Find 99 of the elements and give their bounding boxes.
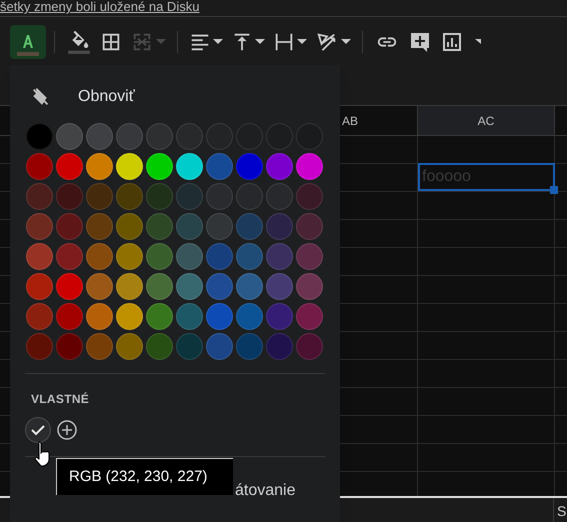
color-swatch[interactable] <box>56 243 83 270</box>
tooltip: RGB (232, 230, 227) <box>56 458 233 495</box>
color-swatch[interactable] <box>296 183 323 210</box>
color-swatch[interactable] <box>206 153 233 180</box>
color-swatch[interactable] <box>26 213 53 240</box>
color-swatch[interactable] <box>116 243 143 270</box>
color-swatch[interactable] <box>206 213 233 240</box>
sheet-tab[interactable]: S <box>553 498 567 522</box>
color-swatch[interactable] <box>26 243 53 270</box>
color-swatch[interactable] <box>26 123 53 150</box>
add-icon[interactable] <box>56 419 78 441</box>
menu-item[interactable]: átovanie <box>235 482 296 499</box>
color-swatch[interactable] <box>26 183 53 210</box>
color-swatch[interactable] <box>296 243 323 270</box>
color-swatch[interactable] <box>56 183 83 210</box>
color-swatch[interactable] <box>56 213 83 240</box>
color-swatch[interactable] <box>86 183 113 210</box>
color-swatch[interactable] <box>56 273 83 300</box>
paint-bucket-icon <box>66 29 92 55</box>
color-swatch[interactable] <box>176 303 203 330</box>
custom-color-swatch[interactable] <box>26 418 50 442</box>
color-swatch[interactable] <box>56 123 83 150</box>
color-swatch[interactable] <box>146 273 173 300</box>
color-swatch[interactable] <box>26 153 53 180</box>
color-swatch[interactable] <box>176 123 203 150</box>
caret-icon <box>255 39 265 45</box>
color-swatch[interactable] <box>266 213 293 240</box>
color-swatch[interactable] <box>86 243 113 270</box>
color-swatch[interactable] <box>146 243 173 270</box>
save-status-link[interactable]: šetky zmeny boli uložené na Disku <box>0 0 200 13</box>
color-swatch[interactable] <box>116 273 143 300</box>
color-swatch[interactable] <box>266 303 293 330</box>
color-swatch[interactable] <box>26 333 53 360</box>
caret-icon <box>213 39 223 45</box>
color-swatch[interactable] <box>146 303 173 330</box>
color-swatch[interactable] <box>146 183 173 210</box>
color-swatch[interactable] <box>116 303 143 330</box>
color-swatch[interactable] <box>176 183 203 210</box>
color-swatch[interactable] <box>236 243 263 270</box>
section-heading: VLASTNÉ <box>30 391 90 408</box>
caret-icon <box>341 39 351 45</box>
color-swatch[interactable] <box>176 273 203 300</box>
color-swatch[interactable] <box>56 153 83 180</box>
color-swatch[interactable] <box>176 243 203 270</box>
color-swatch[interactable] <box>146 333 173 360</box>
color-swatch[interactable] <box>116 183 143 210</box>
caret-icon <box>297 39 307 45</box>
text-color-button[interactable] <box>10 25 46 59</box>
color-swatch[interactable] <box>26 303 53 330</box>
color-swatch[interactable] <box>296 213 323 240</box>
color-swatch[interactable] <box>86 273 113 300</box>
reset-option[interactable]: Obnoviť <box>78 85 135 109</box>
color-swatch[interactable] <box>56 303 83 330</box>
color-swatch[interactable] <box>206 333 233 360</box>
color-swatch[interactable] <box>236 303 263 330</box>
caret-icon <box>475 39 481 45</box>
column-header[interactable]: AC <box>418 106 555 135</box>
color-swatch[interactable] <box>236 273 263 300</box>
color-swatch[interactable] <box>116 153 143 180</box>
color-swatch[interactable] <box>86 333 113 360</box>
color-swatch[interactable] <box>146 213 173 240</box>
fill-handle[interactable] <box>550 186 558 194</box>
color-swatch[interactable] <box>206 183 233 210</box>
color-swatch[interactable] <box>236 333 263 360</box>
chart-icon <box>440 30 464 54</box>
color-swatch[interactable] <box>146 153 173 180</box>
color-swatch[interactable] <box>116 123 143 150</box>
color-swatch[interactable] <box>266 273 293 300</box>
color-swatch[interactable] <box>206 273 233 300</box>
color-swatch[interactable] <box>296 333 323 360</box>
color-swatch[interactable] <box>296 153 323 180</box>
color-swatch[interactable] <box>176 213 203 240</box>
color-swatch[interactable] <box>236 153 263 180</box>
borders-icon <box>100 31 122 53</box>
color-swatch[interactable] <box>266 333 293 360</box>
color-swatch[interactable] <box>236 213 263 240</box>
color-swatch[interactable] <box>296 303 323 330</box>
color-swatch[interactable] <box>266 243 293 270</box>
color-swatch[interactable] <box>146 123 173 150</box>
color-swatch[interactable] <box>86 213 113 240</box>
color-swatch[interactable] <box>86 153 113 180</box>
color-swatch[interactable] <box>266 183 293 210</box>
color-swatch[interactable] <box>206 243 233 270</box>
text-wrap-icon <box>273 31 295 53</box>
color-swatch[interactable] <box>116 213 143 240</box>
color-swatch[interactable] <box>296 273 323 300</box>
color-swatch[interactable] <box>26 273 53 300</box>
color-swatch[interactable] <box>266 153 293 180</box>
color-swatch[interactable] <box>176 153 203 180</box>
color-swatch[interactable] <box>206 303 233 330</box>
color-swatch[interactable] <box>206 123 233 150</box>
color-swatch[interactable] <box>56 333 83 360</box>
color-swatch[interactable] <box>176 333 203 360</box>
caret-icon <box>156 39 166 45</box>
color-swatch[interactable] <box>86 123 113 150</box>
color-swatch[interactable] <box>86 303 113 330</box>
color-swatch[interactable] <box>116 333 143 360</box>
add-comment-icon <box>408 30 432 54</box>
color-swatch[interactable] <box>236 183 263 210</box>
